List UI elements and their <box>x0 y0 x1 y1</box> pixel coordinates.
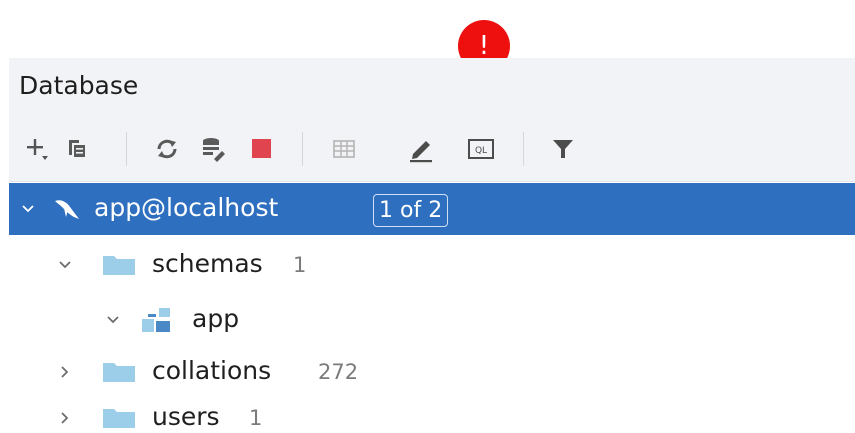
tree-root-badge: 1 of 2 <box>373 194 449 227</box>
table-icon <box>333 140 355 158</box>
database-toolbar: QL <box>9 114 855 182</box>
data-source-properties-button[interactable] <box>199 134 229 164</box>
chevron-right-icon[interactable] <box>57 410 73 426</box>
tree-item-count: 1 <box>293 253 307 277</box>
plus-with-dropdown-icon <box>27 139 48 160</box>
tree-item-schemas[interactable]: schemas 1 <box>9 239 855 291</box>
folder-icon <box>102 359 136 383</box>
edit-button[interactable] <box>406 134 436 164</box>
add-button[interactable] <box>23 134 53 164</box>
stop-icon <box>252 139 271 158</box>
tree-item-count: 272 <box>318 360 359 384</box>
tree-item-collations[interactable]: collations 272 <box>9 346 855 398</box>
tree-root-label: app@localhost <box>94 193 279 222</box>
svg-text:QL: QL <box>475 146 487 156</box>
tree-root-row[interactable]: app@localhost 1 of 2 <box>9 183 855 235</box>
copy-icon <box>69 140 87 159</box>
tree-item-label: schemas <box>152 249 263 278</box>
top-blank-area <box>0 0 855 58</box>
schema-icon <box>140 306 172 334</box>
pencil-icon <box>410 141 432 163</box>
chevron-right-icon[interactable] <box>57 364 73 380</box>
ql-console-icon: QL <box>468 139 494 159</box>
query-console-button[interactable]: QL <box>466 134 496 164</box>
stop-button[interactable] <box>246 134 276 164</box>
filter-icon <box>553 140 573 158</box>
database-wrench-icon <box>203 138 225 162</box>
database-panel-header: Database <box>9 58 855 114</box>
toolbar-separator <box>523 132 524 166</box>
toolbar-separator <box>302 132 303 166</box>
chevron-down-icon[interactable] <box>20 201 36 217</box>
refresh-icon <box>157 139 177 159</box>
alert-symbol: ! <box>478 31 490 61</box>
mysql-dolphin-icon <box>52 195 82 223</box>
tree-item-app-schema[interactable]: app <box>9 294 855 346</box>
panel-title: Database <box>19 71 139 100</box>
folder-icon <box>102 252 136 276</box>
copy-button[interactable] <box>63 134 93 164</box>
filter-button[interactable] <box>548 134 578 164</box>
tree-item-label: app <box>192 304 240 333</box>
toolbar-separator <box>126 132 127 166</box>
refresh-button[interactable] <box>152 134 182 164</box>
tree-item-count: 1 <box>249 406 263 430</box>
tree-item-label: users <box>152 402 220 431</box>
tree-item-users[interactable]: users 1 <box>9 392 855 433</box>
chevron-down-icon[interactable] <box>57 257 73 273</box>
database-tree: app@localhost 1 of 2 schemas 1 app colla… <box>9 183 855 433</box>
chevron-down-icon[interactable] <box>105 312 121 328</box>
folder-icon <box>102 405 136 429</box>
table-view-button[interactable] <box>329 134 359 164</box>
tree-item-label: collations <box>152 356 272 385</box>
